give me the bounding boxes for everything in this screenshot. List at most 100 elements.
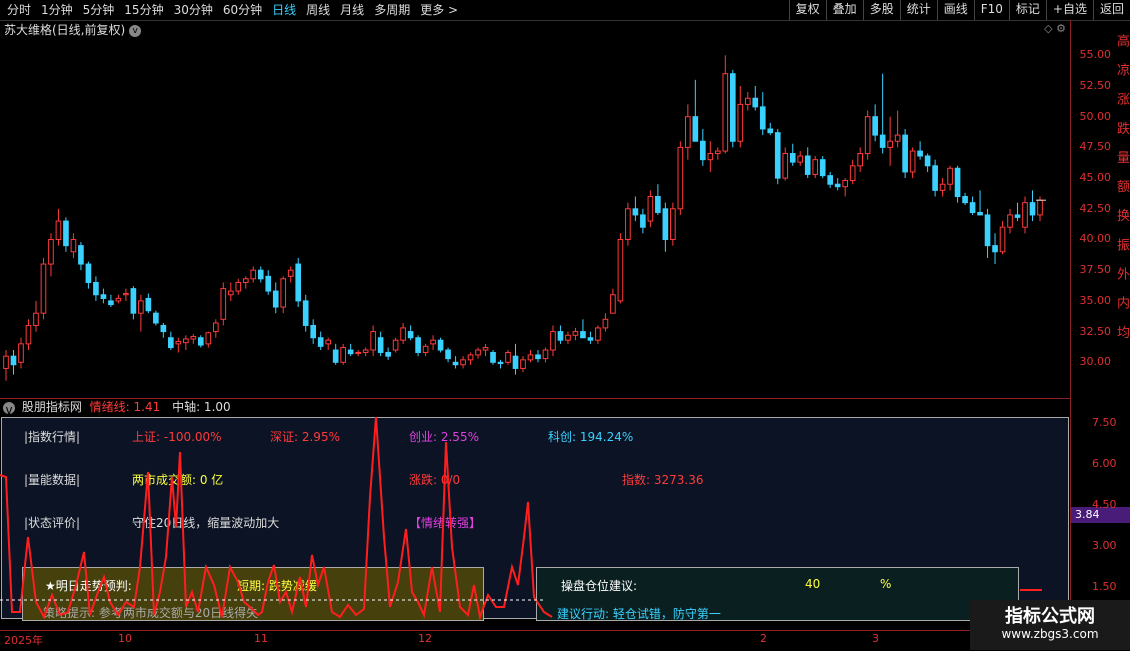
candle-body [1007, 214, 1013, 228]
indicator-name: 股朋指标网 [21, 400, 82, 414]
candle [295, 257, 302, 308]
tab-period-2[interactable]: 5分钟 [78, 0, 120, 20]
sub-axis-label: 1.50 [1092, 580, 1117, 593]
toolbar-button-1[interactable]: 叠加 [825, 0, 863, 20]
price-axis-label: 40.00 [1079, 232, 1112, 246]
toolbar-button-8[interactable]: 返回 [1092, 0, 1130, 20]
candle-body [1029, 202, 1036, 216]
candle-body [332, 349, 339, 363]
stock-title-text: 苏大维格(日线,前复权) [4, 23, 126, 37]
toolbar-button-7[interactable]: +自选 [1045, 0, 1093, 20]
candle-body [992, 245, 998, 253]
candle [872, 104, 878, 142]
price-axis-label: 52.50 [1079, 78, 1112, 92]
candle-body [175, 340, 182, 345]
candle [505, 350, 511, 365]
candle [924, 153, 931, 172]
candle [617, 233, 624, 304]
toolbar-button-0[interactable]: 复权 [788, 0, 826, 20]
candle [932, 159, 938, 197]
tab-period-0[interactable]: 分时 [2, 0, 36, 20]
candle-body [123, 293, 129, 296]
candle-body [729, 73, 736, 142]
collapse-icon[interactable]: v [3, 401, 15, 417]
candle-body [505, 351, 511, 363]
candle [984, 208, 991, 258]
candle [332, 343, 339, 365]
candle [227, 282, 234, 301]
candle [602, 313, 609, 332]
toolbar-button-6[interactable]: 标记 [1008, 0, 1046, 20]
candle-body [460, 359, 466, 366]
candlestick-chart[interactable] [0, 38, 1070, 398]
candle [3, 350, 9, 381]
candle-body [520, 359, 526, 369]
candle-body [685, 116, 691, 148]
settings-icon[interactable]: ◇ ⚙ [1044, 22, 1066, 35]
candle [947, 165, 953, 191]
tab-period-10[interactable]: 更多 > [415, 0, 463, 20]
candle-body [932, 165, 938, 191]
candle [370, 325, 376, 357]
candle [475, 347, 481, 359]
toolbar-button-5[interactable]: F10 [973, 0, 1009, 20]
candle-body [962, 196, 968, 204]
candle-body [722, 73, 729, 152]
chevron-down-icon[interactable]: v [129, 24, 142, 37]
candle [737, 85, 744, 148]
candle-body [812, 159, 819, 175]
candle-body [707, 153, 714, 161]
tab-period-1[interactable]: 1分钟 [36, 0, 78, 20]
tab-period-4[interactable]: 30分钟 [169, 0, 218, 20]
price-axis-label: 35.00 [1079, 293, 1112, 307]
candle [400, 323, 406, 344]
tab-period-6[interactable]: 日线 [267, 0, 301, 20]
candle [834, 178, 841, 191]
sub-axis-label: 6.00 [1092, 457, 1117, 470]
candle [190, 334, 197, 344]
emotion-line-chart[interactable] [0, 417, 1068, 630]
candle-body [977, 211, 983, 216]
candle [767, 122, 774, 136]
candle-body [670, 208, 676, 240]
candle-body [774, 132, 781, 179]
candle-body [640, 214, 646, 228]
candle-body [55, 220, 62, 240]
candle-body [677, 146, 684, 210]
candle [625, 202, 631, 246]
candle [385, 347, 391, 360]
toolbar-button-4[interactable]: 画线 [936, 0, 974, 20]
candle [752, 85, 759, 111]
candle-body [445, 349, 451, 360]
tab-period-3[interactable]: 15分钟 [119, 0, 168, 20]
candle-body [999, 226, 1006, 253]
toolbar-button-3[interactable]: 统计 [899, 0, 937, 20]
stock-title: 苏大维格(日线,前复权) v [4, 21, 142, 38]
tab-period-8[interactable]: 月线 [335, 0, 369, 20]
price-axis-label: 30.00 [1079, 355, 1112, 369]
candle [812, 155, 819, 179]
tab-period-7[interactable]: 周线 [301, 0, 335, 20]
tab-period-9[interactable]: 多周期 [369, 0, 415, 20]
candle-body [572, 331, 579, 336]
top-toolbar: 分时 1分钟 5分钟 15分钟 30分钟 60分钟 日线 周线 月线 多周期 更多 > 复权 叠加 多股… [0, 0, 1130, 21]
stock-title-bar: 苏大维格(日线,前复权) v ◇ ⚙ [0, 20, 1070, 38]
candle-body [789, 153, 796, 163]
date-axis-label: 2 [760, 632, 767, 645]
candle-body [108, 300, 114, 306]
candle [437, 337, 444, 353]
toolbar-button-2[interactable]: 多股 [862, 0, 900, 20]
candle [797, 151, 804, 166]
tab-period-5[interactable]: 60分钟 [218, 0, 267, 20]
candle-body [497, 361, 504, 365]
candle [819, 155, 826, 179]
candle-body [190, 336, 197, 340]
candle-body [887, 140, 893, 148]
candle-body [632, 208, 639, 216]
candle [123, 288, 129, 301]
candle-body [482, 347, 489, 351]
indicator-header: v 股朋指标网 情绪线: 1.41 中轴: 1.00 [0, 398, 1070, 417]
candle [25, 319, 32, 351]
candle [1014, 202, 1021, 222]
candle [580, 319, 586, 339]
